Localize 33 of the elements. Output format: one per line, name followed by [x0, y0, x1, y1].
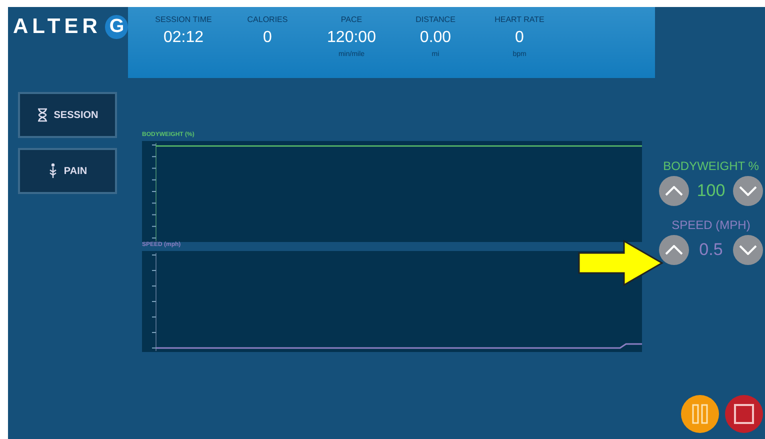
logo-badge: G: [105, 15, 128, 39]
stat-value: 0.00: [420, 29, 452, 47]
stat-value: 120:00: [327, 29, 376, 47]
increase-button[interactable]: [659, 235, 689, 265]
chevron-up-icon: [665, 245, 683, 255]
pause-icon: [692, 404, 708, 424]
stat-label: DISTANCE: [416, 15, 456, 24]
control-label: BODYWEIGHT %: [663, 159, 759, 173]
increase-button[interactable]: [659, 176, 689, 206]
figure-icon: [48, 163, 58, 179]
chevron-down-icon: [739, 245, 757, 255]
stop-button[interactable]: [725, 395, 763, 433]
stop-icon: [734, 404, 754, 424]
stat-value: 02:12: [163, 29, 204, 47]
control-value: 0.5: [698, 240, 724, 260]
decrease-button[interactable]: [733, 176, 763, 206]
decrease-button[interactable]: [733, 235, 763, 265]
chevron-down-icon: [739, 186, 757, 196]
logo-text: ALTER: [13, 15, 102, 39]
stat-value: 0: [515, 29, 524, 47]
stat-label: CALORIES: [247, 15, 288, 24]
chevron-up-icon: [665, 186, 683, 196]
stat-label: SESSION TIME: [155, 15, 212, 24]
control-value: 100: [696, 181, 726, 201]
hourglass-icon: [36, 108, 48, 122]
nav-button[interactable]: SESSION: [18, 92, 117, 138]
stat-value: 0: [263, 29, 272, 47]
pause-button[interactable]: [681, 395, 719, 433]
stat-label: PACE: [340, 15, 362, 24]
nav-button[interactable]: PAIN: [18, 148, 117, 194]
control-label: SPEED (MPH): [672, 218, 750, 232]
arrow-icon: [578, 240, 664, 286]
stat-label: HEART RATE: [494, 15, 544, 24]
